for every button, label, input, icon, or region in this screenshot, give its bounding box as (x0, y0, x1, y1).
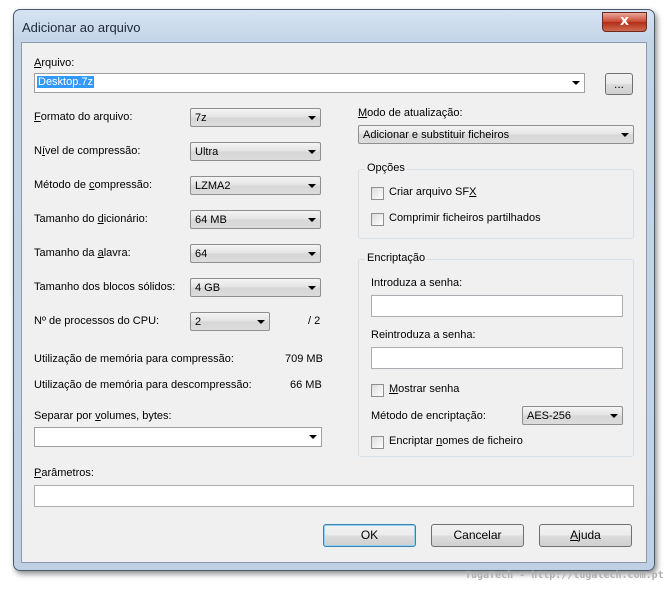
method-select[interactable]: LZMA2 (190, 176, 321, 195)
archive-label: Arquivo: (34, 57, 75, 69)
watermark-text: TugaTech - http://tugatech.com.pt (465, 570, 664, 581)
threads-max: / 2 (308, 315, 321, 327)
enc-method-select[interactable]: AES-256 (522, 406, 623, 425)
level-select[interactable]: Ultra (190, 142, 321, 161)
password-label: Introduza a senha: (371, 277, 463, 289)
chevron-down-icon (308, 184, 316, 188)
solid-value: 4 GB (195, 282, 221, 294)
window-title: Adicionar ao arquivo (22, 20, 141, 35)
dict-select[interactable]: 64 MB (190, 210, 321, 229)
shared-checkbox[interactable] (371, 213, 384, 226)
word-label: Tamanho da alavra: (34, 247, 131, 259)
mem-comp-label: Utilização de memória para compressão: (34, 353, 234, 365)
mem-decomp-label: Utilização de memória para descompressão… (34, 379, 252, 391)
sfx-label[interactable]: Criar arquivo SFX (389, 186, 476, 198)
chevron-down-icon (308, 286, 316, 290)
volumes-label: Separar por volumes, bytes: (34, 410, 172, 422)
options-group-title: Opções (365, 162, 407, 174)
method-value: LZMA2 (195, 180, 231, 192)
format-select[interactable]: 7z (190, 108, 321, 127)
chevron-down-icon (308, 116, 316, 120)
params-input[interactable] (34, 485, 634, 507)
encrypt-names-label[interactable]: Encriptar nomes de ficheiro (389, 435, 523, 447)
help-button[interactable]: Ajuda (539, 524, 632, 547)
chevron-down-icon[interactable] (572, 81, 580, 85)
ok-button[interactable]: OK (323, 524, 416, 547)
dict-label: Tamanho do dicionário: (34, 213, 148, 225)
chevron-down-icon[interactable] (309, 435, 317, 439)
close-button[interactable]: x (602, 12, 647, 32)
archive-path-combo[interactable]: Desktop.7z (34, 73, 585, 93)
enc-method-value: AES-256 (527, 410, 572, 422)
show-password-checkbox[interactable] (371, 384, 384, 397)
options-group: Opções Criar arquivo SFX Comprimir fiche… (358, 162, 634, 239)
encrypt-names-checkbox[interactable] (371, 436, 384, 449)
dict-value: 64 MB (195, 214, 227, 226)
mem-comp-value: 709 MB (285, 353, 323, 365)
dialog-client-area: Arquivo: Desktop.7z ... Formato do arqui… (21, 42, 647, 563)
sfx-checkbox[interactable] (371, 187, 384, 200)
show-password-label[interactable]: Mostrar senha (389, 383, 459, 395)
cancel-button[interactable]: Cancelar (431, 524, 524, 547)
update-mode-value: Adicionar e substituir ficheiros (363, 129, 510, 141)
params-label: Parâmetros: (34, 467, 94, 479)
format-value: 7z (195, 112, 207, 124)
update-mode-label: Modo de atualização: (358, 107, 463, 119)
method-label: Método de compressão: (34, 179, 153, 191)
browse-button[interactable]: ... (605, 73, 633, 95)
word-value: 64 (195, 248, 208, 260)
solid-select[interactable]: 4 GB (190, 278, 321, 297)
solid-label: Tamanho dos blocos sólidos: (34, 281, 176, 293)
archive-path-value: Desktop.7z (37, 76, 95, 88)
chevron-down-icon (621, 133, 629, 137)
threads-label: Nº de processos do CPU: (34, 315, 160, 327)
encryption-group: Encriptação Introduza a senha: Reintrodu… (358, 252, 634, 457)
repassword-label: Reintroduza a senha: (371, 329, 476, 341)
shared-label[interactable]: Comprimir ficheiros partilhados (389, 212, 541, 224)
chevron-down-icon (257, 320, 265, 324)
chevron-down-icon (610, 414, 618, 418)
password-input[interactable] (371, 295, 623, 317)
threads-select[interactable]: 2 (190, 312, 270, 331)
volumes-combo[interactable] (34, 427, 322, 447)
chevron-down-icon (308, 252, 316, 256)
encryption-group-title: Encriptação (365, 252, 428, 264)
dialog-window: Adicionar ao arquivo x Arquivo: Desktop.… (13, 9, 655, 571)
level-value: Ultra (195, 146, 219, 158)
threads-value: 2 (195, 316, 202, 328)
repassword-input[interactable] (371, 347, 623, 369)
enc-method-label: Método de encriptação: (371, 410, 486, 422)
chevron-down-icon (308, 150, 316, 154)
chevron-down-icon (308, 218, 316, 222)
mem-decomp-value: 66 MB (290, 379, 322, 391)
level-label: Nível de compressão: (34, 145, 141, 157)
update-mode-select[interactable]: Adicionar e substituir ficheiros (358, 125, 634, 144)
format-label: Formato do arquivo: (34, 111, 133, 123)
word-select[interactable]: 64 (190, 244, 321, 263)
